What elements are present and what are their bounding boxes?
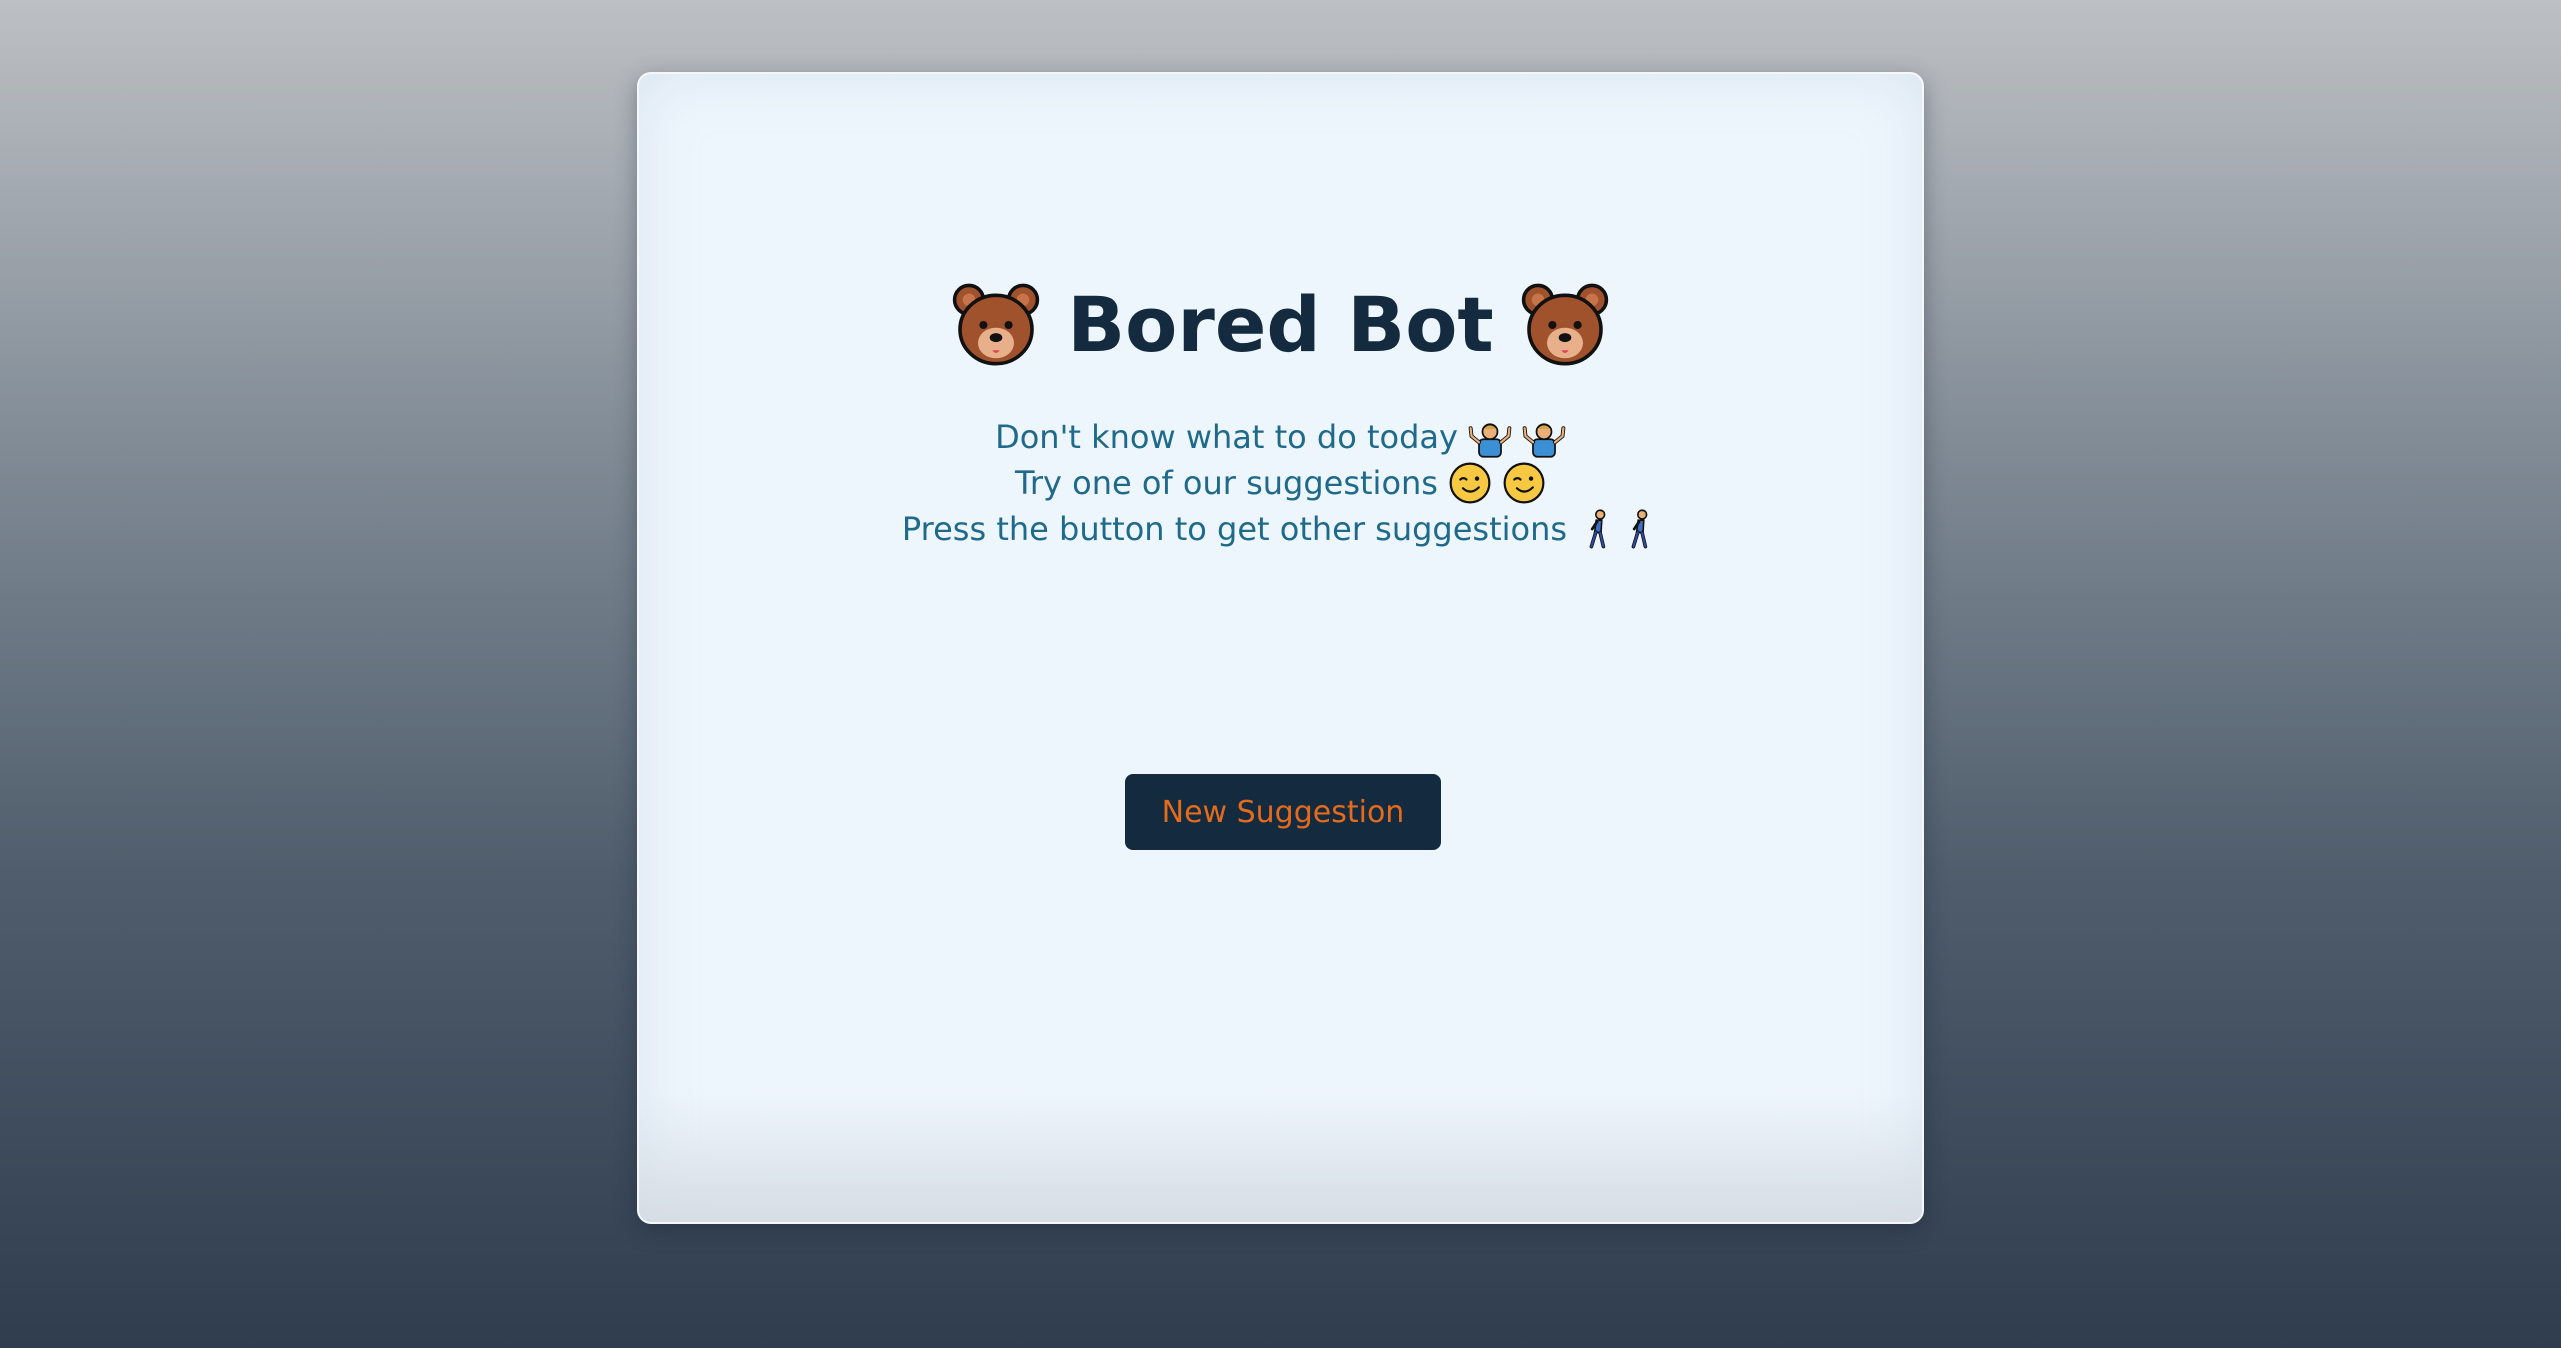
intro-line: Try one of our suggestions xyxy=(639,460,1922,506)
person-shrugging-icon xyxy=(1522,415,1566,459)
person-shrugging-icon xyxy=(1468,415,1512,459)
person-walking-icon xyxy=(1577,508,1617,550)
intro-text: Don't know what to do today Try one of o… xyxy=(639,414,1922,552)
intro-line-text: Try one of our suggestions xyxy=(1015,464,1438,502)
intro-line: Press the button to get other suggestion… xyxy=(639,506,1922,552)
page-title-text: Bored Bot xyxy=(1067,280,1494,370)
page-title: Bored Bot xyxy=(639,280,1922,370)
bear-face-icon xyxy=(1520,280,1610,370)
intro-line-text: Press the button to get other suggestion… xyxy=(901,510,1568,548)
intro-line: Don't know what to do today xyxy=(639,414,1922,460)
person-walking-icon xyxy=(1619,508,1659,550)
intro-line-text: Don't know what to do today xyxy=(995,418,1458,456)
main-card: Bored Bot Don't know what to do today Tr… xyxy=(637,72,1924,1224)
bear-face-icon xyxy=(951,280,1041,370)
card-bottom-shade xyxy=(639,1092,1922,1222)
winking-face-icon xyxy=(1502,461,1546,505)
winking-face-icon xyxy=(1448,461,1492,505)
new-suggestion-button[interactable]: New Suggestion xyxy=(1125,774,1441,850)
